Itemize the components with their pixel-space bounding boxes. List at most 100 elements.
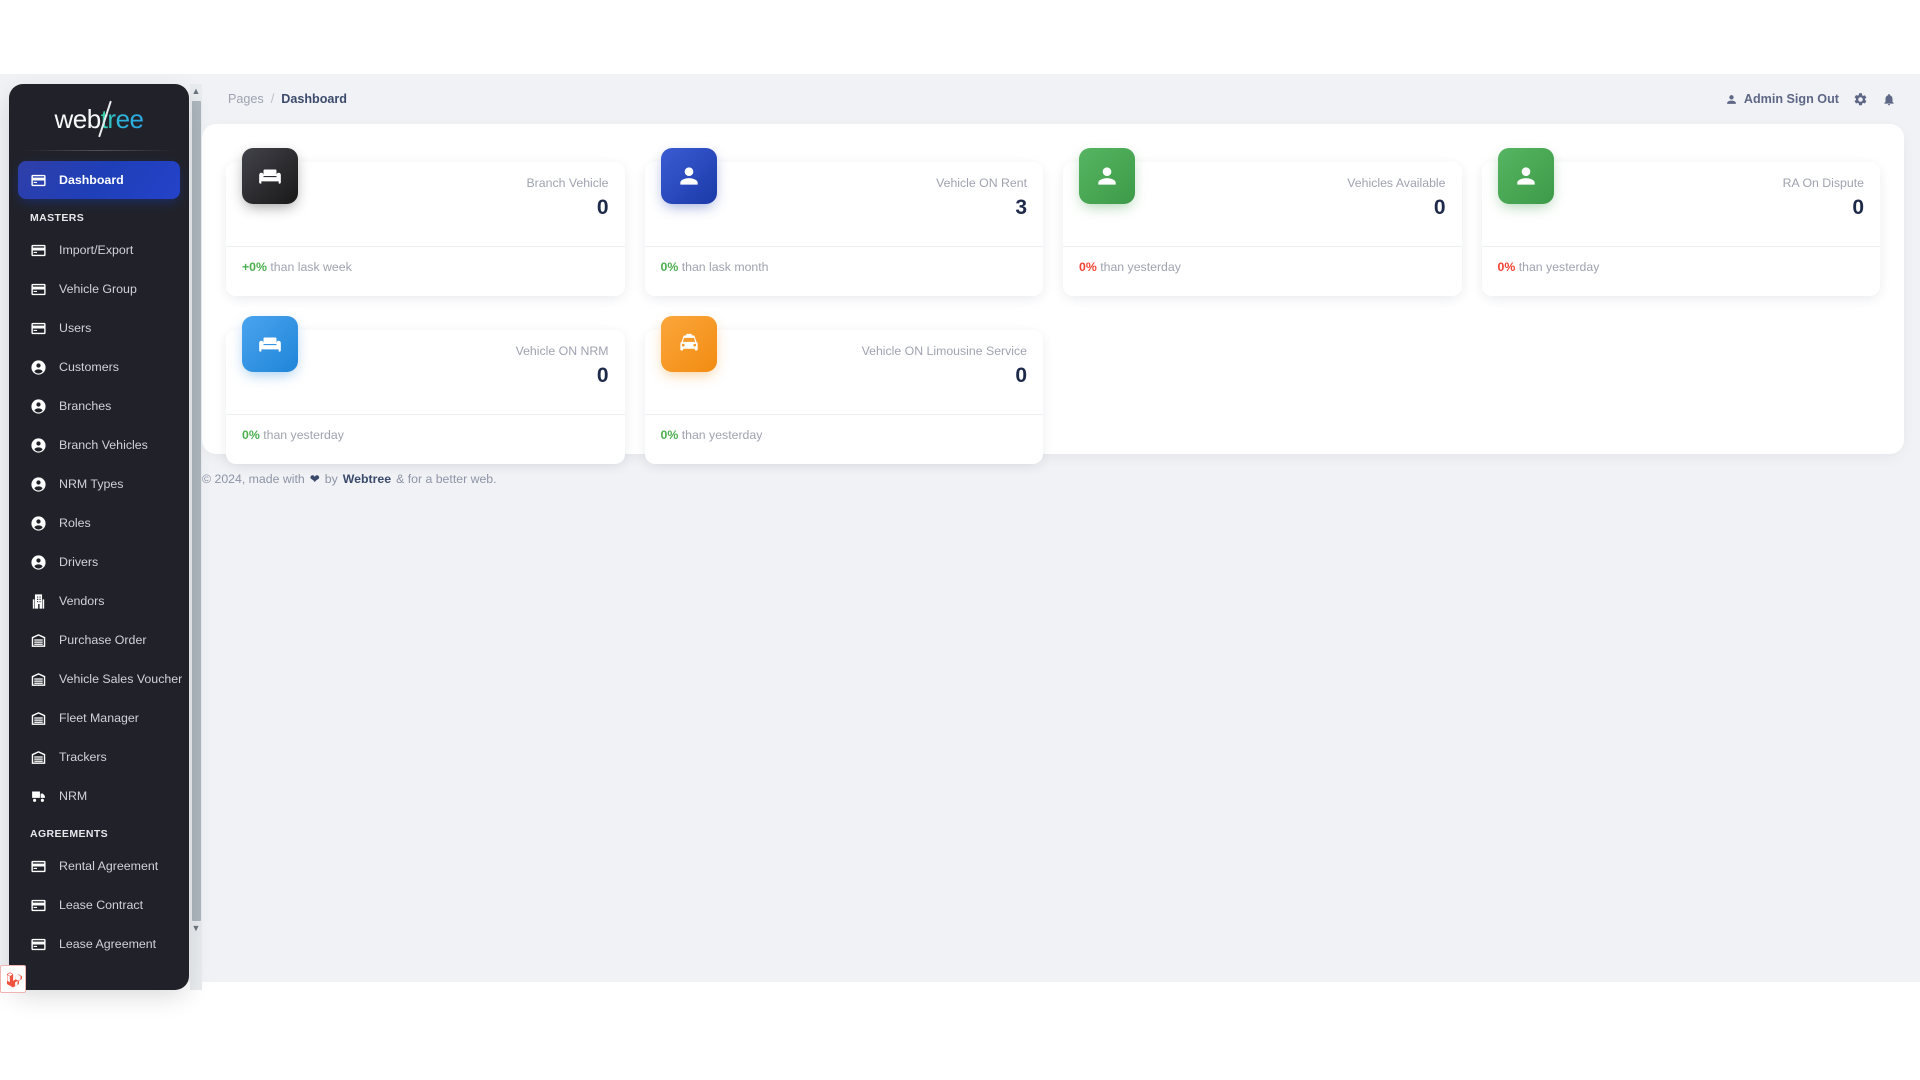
sidebar-item-label: NRM — [59, 789, 88, 803]
stat-card-footer: 0% than yesterday — [645, 415, 1044, 455]
credit-card-icon — [30, 320, 47, 337]
scroll-up-arrow-icon[interactable]: ▲ — [192, 84, 201, 99]
account-circle-icon — [30, 476, 47, 493]
stat-card-label: RA On Dispute — [1782, 176, 1864, 190]
scroll-down-arrow-icon[interactable]: ▼ — [192, 921, 201, 936]
person-icon — [1497, 148, 1554, 204]
sidebar-item-lease-agreement[interactable]: Lease Agreement — [18, 925, 180, 963]
footer-copyright: © 2024, made with — [202, 472, 305, 486]
sidebar-item-vehicle-sales-voucher[interactable]: Vehicle Sales Voucher — [18, 660, 182, 698]
sidebar-item-label: Branches — [59, 399, 112, 413]
stat-card[interactable]: RA On Dispute 0 0% than yesterday — [1481, 148, 1881, 296]
brand-logo[interactable]: webtree — [9, 84, 189, 146]
sidebar-item-label: Purchase Order — [59, 633, 147, 647]
main-content: Pages / Dashboard Admin Sign Out Branch … — [202, 74, 1920, 982]
sidebar-item-label: Rental Agreement — [59, 859, 159, 873]
sidebar-item-purchase-order[interactable]: Purchase Order — [18, 621, 180, 659]
sidebar-item-rental-agreement[interactable]: Rental Agreement — [18, 847, 180, 885]
account-circle-icon — [30, 437, 47, 454]
stat-card-delta: 0% — [1079, 260, 1097, 274]
sidebar-item-label: Roles — [59, 516, 91, 530]
stat-card-delta: 0% — [660, 260, 679, 274]
sidebar-item-users[interactable]: Users — [18, 309, 180, 347]
credit-card-icon — [30, 172, 47, 189]
account-circle-icon — [30, 515, 47, 532]
stat-card[interactable]: Vehicle ON Rent 3 0% than lask month — [644, 148, 1043, 296]
admin-sign-out-label: Admin Sign Out — [1743, 92, 1839, 106]
weekend-sofa-icon — [242, 316, 298, 372]
sidebar-section-title: AGREEMENTS — [30, 828, 109, 840]
sidebar-section-title: MASTERS — [30, 212, 85, 224]
stat-card-footer: +0% than lask week — [226, 247, 625, 287]
sidebar-item-vehicle-group[interactable]: Vehicle Group — [18, 270, 180, 308]
stat-card-label: Vehicle ON Rent — [936, 176, 1027, 190]
sidebar-item-label: Import/Export — [59, 243, 134, 257]
breadcrumb-parent[interactable]: Pages — [228, 92, 264, 106]
footer: © 2024, made with ❤ by Webtree & for a b… — [202, 472, 497, 486]
sidebar-item-fleet-manager[interactable]: Fleet Manager — [18, 699, 180, 737]
account-circle-icon — [30, 554, 47, 571]
sidebar-item-nrm-types[interactable]: NRM Types — [18, 465, 180, 503]
stat-card-value: 0 — [596, 195, 609, 219]
warehouse-icon — [30, 710, 47, 727]
bell-icon[interactable] — [1882, 92, 1896, 107]
stat-card-footer: 0% than yesterday — [226, 415, 625, 455]
stat-card-value: 0 — [596, 363, 609, 387]
stat-card-label: Branch Vehicle — [526, 176, 609, 190]
scrollbar-thumb[interactable] — [191, 101, 201, 921]
stat-card[interactable]: Vehicle ON Limousine Service 0 0% than yes… — [644, 316, 1044, 464]
sidebar-scrollbar[interactable]: ▲ ▼ — [190, 84, 202, 990]
footer-brand-link[interactable]: Webtree — [343, 472, 391, 486]
sidebar-item-label: Lease Agreement — [59, 937, 157, 951]
brand-text-primary: web — [54, 104, 101, 134]
weekend-sofa-icon — [242, 148, 298, 204]
sidebar-scroll-area[interactable]: webtree Dashboard MASTERS Import/Export Veh… — [9, 84, 189, 990]
sidebar-item-label: Customers — [59, 360, 119, 374]
building-icon — [30, 593, 47, 610]
sidebar-item-dashboard[interactable]: Dashboard — [18, 161, 180, 199]
sidebar-item-vendors[interactable]: Vendors — [18, 582, 180, 620]
sidebar-item-label: Branch Vehicles — [59, 438, 148, 452]
sidebar-item-label: NRM Types — [59, 477, 124, 491]
stat-card-footer: 0% than yesterday — [1063, 247, 1462, 287]
stat-card-value: 0 — [1433, 195, 1446, 219]
sidebar-item-roles[interactable]: Roles — [18, 504, 180, 542]
credit-card-icon — [30, 281, 47, 298]
sidebar-item-lease-contract[interactable]: Lease Contract — [18, 886, 180, 924]
stat-card-value: 0 — [1015, 363, 1027, 387]
sidebar-nav: Dashboard MASTERS Import/Export Vehicle Gro… — [9, 161, 189, 963]
sidebar-item-drivers[interactable]: Drivers — [18, 543, 180, 581]
account-circle-icon — [30, 398, 47, 415]
sidebar-item-branches[interactable]: Branches — [18, 387, 180, 425]
stat-card[interactable]: Branch Vehicle 0 +0% than lask week — [226, 148, 625, 296]
sidebar-item-branch-vehicles[interactable]: Branch Vehicles — [18, 426, 180, 464]
breadcrumb-separator: / — [270, 92, 275, 106]
stat-card[interactable]: Vehicles Available 0 0% than yesterday — [1063, 148, 1462, 296]
dashboard-card-panel: Branch Vehicle 0 +0% than lask week Vehicle… — [202, 124, 1904, 464]
stat-card-delta: +0% — [242, 260, 267, 274]
stat-card[interactable]: Vehicle ON NRM 0 0% than yesterday — [226, 316, 625, 464]
warehouse-icon — [30, 749, 47, 766]
stat-card-footer: 0% than yesterday — [1482, 247, 1881, 287]
sidebar-item-label: Trackers — [59, 750, 107, 764]
topbar-actions: Admin Sign Out — [1725, 92, 1896, 107]
taxi-icon — [660, 316, 717, 372]
warehouse-icon — [30, 671, 47, 688]
account-circle-icon — [30, 359, 47, 376]
stat-card-note: than lask week — [270, 260, 352, 274]
sidebar-item-label: Lease Contract — [59, 898, 144, 912]
screen-root: webtree Dashboard MASTERS Import/Export Veh… — [0, 0, 1920, 1080]
footer-by: by — [324, 472, 338, 486]
gear-icon[interactable] — [1853, 92, 1868, 107]
sidebar-item-trackers[interactable]: Trackers — [18, 738, 180, 776]
admin-sign-out-button[interactable]: Admin Sign Out — [1725, 92, 1839, 106]
person-icon — [1079, 148, 1135, 204]
warehouse-icon — [30, 632, 47, 649]
truck-icon — [30, 788, 47, 805]
sidebar-item-nrm[interactable]: NRM — [18, 777, 180, 815]
stat-card-delta: 0% — [242, 428, 260, 442]
sidebar-item-import-export[interactable]: Import/Export — [18, 231, 180, 269]
stat-card-note: than yesterday — [1100, 260, 1181, 274]
stat-card-label: Vehicle ON Limousine Service — [861, 344, 1027, 358]
sidebar-item-customers[interactable]: Customers — [18, 348, 180, 386]
